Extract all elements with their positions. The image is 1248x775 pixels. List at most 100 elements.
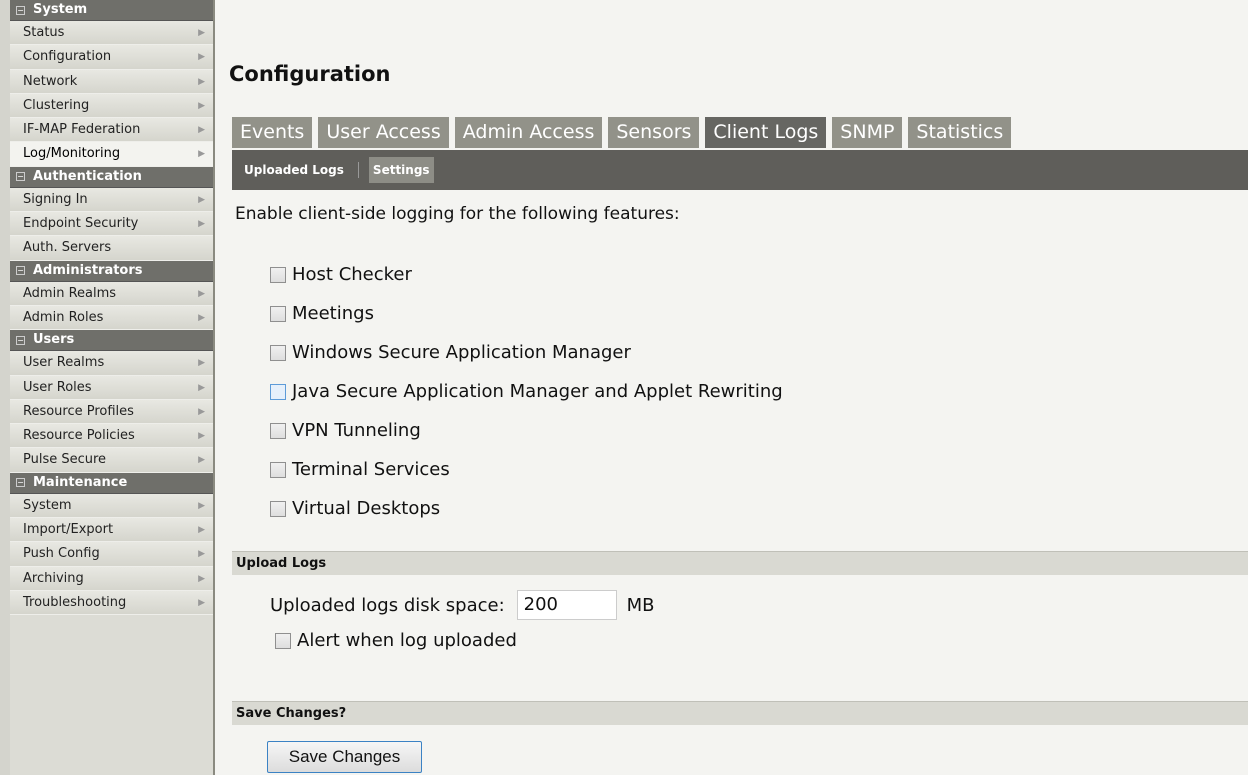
collapse-icon[interactable]: − bbox=[16, 478, 25, 488]
feature-label: Windows Secure Application Manager bbox=[292, 342, 631, 363]
sidebar-item-status[interactable]: Status ▶ bbox=[10, 21, 213, 46]
sidebar-item-label: User Realms bbox=[23, 355, 105, 371]
feature-vpn-tunneling[interactable]: VPN Tunneling bbox=[270, 411, 783, 450]
sidebar-item-ifmap-federation[interactable]: IF-MAP Federation ▶ bbox=[10, 118, 213, 143]
sidebar-item-label: Push Config bbox=[23, 546, 100, 562]
sidebar-item-label: Signing In bbox=[23, 191, 88, 207]
feature-label: Meetings bbox=[292, 303, 374, 324]
sidebar-group-users[interactable]: − Users bbox=[10, 330, 213, 352]
sidebar-item-auth-servers[interactable]: Auth. Servers bbox=[10, 236, 213, 261]
feature-host-checker[interactable]: Host Checker bbox=[270, 255, 783, 294]
checkbox[interactable] bbox=[270, 344, 286, 361]
collapse-icon[interactable]: − bbox=[16, 335, 25, 345]
sidebar-item-log-monitoring[interactable]: Log/Monitoring ▶ bbox=[10, 142, 213, 167]
sidebar-item-admin-roles[interactable]: Admin Roles ▶ bbox=[10, 305, 213, 331]
tab-snmp[interactable]: SNMP bbox=[832, 117, 903, 148]
sidebar-item-label: System bbox=[23, 497, 72, 513]
subtab-bar: Uploaded Logs Settings bbox=[232, 150, 1248, 190]
sidebar-item-signing-in[interactable]: Signing In ▶ bbox=[10, 187, 213, 213]
collapse-icon[interactable]: − bbox=[16, 266, 25, 276]
sidebar-item-label: Clustering bbox=[23, 97, 90, 113]
sidebar-item-system[interactable]: System ▶ bbox=[10, 493, 213, 519]
sidebar-item-archiving[interactable]: Archiving ▶ bbox=[10, 566, 213, 591]
chevron-right-icon: ▶ bbox=[198, 149, 205, 160]
chevron-right-icon: ▶ bbox=[198, 525, 205, 536]
feature-windows-sam[interactable]: Windows Secure Application Manager bbox=[270, 333, 783, 372]
main-content: Configuration Events User Access Admin A… bbox=[215, 0, 1248, 775]
sidebar: − System Status ▶ Configuration ▶ Network ▶ … bbox=[0, 0, 215, 775]
sidebar-item-label: Admin Roles bbox=[23, 309, 104, 325]
feature-java-sam[interactable]: Java Secure Application Manager and Appl… bbox=[270, 372, 783, 411]
checkbox[interactable] bbox=[270, 500, 286, 517]
feature-terminal-services[interactable]: Terminal Services bbox=[270, 450, 783, 489]
sidebar-item-label: Log/Monitoring bbox=[23, 146, 121, 162]
sidebar-item-label: Network bbox=[23, 73, 78, 89]
sidebar-item-configuration[interactable]: Configuration ▶ bbox=[10, 45, 213, 70]
checkbox[interactable] bbox=[270, 266, 286, 283]
collapse-icon[interactable]: − bbox=[16, 5, 25, 15]
subtab-uploaded-logs[interactable]: Uploaded Logs bbox=[240, 157, 348, 183]
group-title: Users bbox=[33, 332, 75, 348]
sidebar-item-user-roles[interactable]: User Roles ▶ bbox=[10, 375, 213, 400]
sidebar-item-resource-policies[interactable]: Resource Policies ▶ bbox=[10, 424, 213, 449]
tab-user-access[interactable]: User Access bbox=[318, 117, 449, 148]
sidebar-item-label: Archiving bbox=[23, 570, 84, 586]
sidebar-item-endpoint-security[interactable]: Endpoint Security ▶ bbox=[10, 212, 213, 237]
sidebar-item-troubleshooting[interactable]: Troubleshooting ▶ bbox=[10, 590, 213, 616]
feature-label: Java Secure Application Manager and Appl… bbox=[292, 381, 783, 402]
save-changes-button[interactable]: Save Changes bbox=[267, 741, 422, 773]
sidebar-item-import-export[interactable]: Import/Export ▶ bbox=[10, 518, 213, 543]
collapse-icon[interactable]: − bbox=[16, 172, 25, 182]
sidebar-item-network[interactable]: Network ▶ bbox=[10, 69, 213, 94]
feature-meetings[interactable]: Meetings bbox=[270, 294, 783, 333]
sidebar-item-resource-profiles[interactable]: Resource Profiles ▶ bbox=[10, 399, 213, 425]
feature-label: Host Checker bbox=[292, 264, 412, 285]
sidebar-item-pulse-secure[interactable]: Pulse Secure ▶ bbox=[10, 448, 213, 473]
chevron-right-icon: ▶ bbox=[198, 76, 205, 87]
sidebar-group-administrators[interactable]: − Administrators bbox=[10, 260, 213, 282]
group-title: Administrators bbox=[33, 262, 143, 278]
sidebar-group-authentication[interactable]: − Authentication bbox=[10, 166, 213, 188]
tab-statistics[interactable]: Statistics bbox=[908, 117, 1012, 148]
sidebar-item-label: Status bbox=[23, 25, 65, 40]
upload-logs-header: Upload Logs bbox=[232, 551, 1248, 575]
tab-sensors[interactable]: Sensors bbox=[608, 117, 700, 148]
alert-label: Alert when log uploaded bbox=[297, 630, 517, 651]
disk-space-input[interactable]: 200 bbox=[516, 590, 617, 620]
subtab-settings[interactable]: Settings bbox=[368, 157, 434, 183]
alert-when-uploaded[interactable]: Alert when log uploaded bbox=[275, 630, 517, 651]
group-title: Authentication bbox=[33, 168, 142, 184]
feature-virtual-desktops[interactable]: Virtual Desktops bbox=[270, 489, 783, 528]
chevron-right-icon: ▶ bbox=[198, 406, 205, 417]
tab-events[interactable]: Events bbox=[232, 117, 313, 148]
sidebar-item-user-realms[interactable]: User Realms ▶ bbox=[10, 351, 213, 376]
sidebar-item-label: Configuration bbox=[23, 49, 112, 65]
group-title: Maintenance bbox=[33, 474, 128, 490]
sidebar-group-system[interactable]: − System bbox=[10, 0, 213, 21]
chevron-right-icon: ▶ bbox=[198, 549, 205, 560]
checkbox[interactable] bbox=[275, 632, 291, 649]
sidebar-item-label: Resource Profiles bbox=[23, 403, 134, 419]
disk-space-row: Uploaded logs disk space: 200 MB bbox=[270, 590, 655, 620]
checkbox[interactable] bbox=[270, 383, 286, 400]
disk-space-unit: MB bbox=[626, 594, 655, 616]
tab-client-logs[interactable]: Client Logs bbox=[705, 117, 827, 148]
chevron-right-icon: ▶ bbox=[198, 382, 205, 393]
sidebar-group-maintenance[interactable]: − Maintenance bbox=[10, 472, 213, 494]
sidebar-item-label: IF-MAP Federation bbox=[23, 122, 141, 138]
sidebar-item-clustering[interactable]: Clustering ▶ bbox=[10, 93, 213, 119]
sidebar-item-admin-realms[interactable]: Admin Realms ▶ bbox=[10, 281, 213, 306]
chevron-right-icon: ▶ bbox=[198, 194, 205, 205]
sidebar-item-push-config[interactable]: Push Config ▶ bbox=[10, 542, 213, 567]
sidebar-item-label: Auth. Servers bbox=[23, 240, 112, 256]
chevron-right-icon: ▶ bbox=[198, 219, 205, 230]
chevron-right-icon: ▶ bbox=[198, 125, 205, 136]
checkbox[interactable] bbox=[270, 422, 286, 439]
checkbox[interactable] bbox=[270, 305, 286, 322]
sidebar-item-label: Troubleshooting bbox=[23, 594, 127, 610]
feature-label: Virtual Desktops bbox=[292, 498, 441, 519]
chevron-right-icon: ▶ bbox=[198, 28, 205, 38]
tab-admin-access[interactable]: Admin Access bbox=[454, 117, 603, 148]
checkbox[interactable] bbox=[270, 461, 286, 478]
save-changes-header: Save Changes? bbox=[232, 701, 1248, 725]
